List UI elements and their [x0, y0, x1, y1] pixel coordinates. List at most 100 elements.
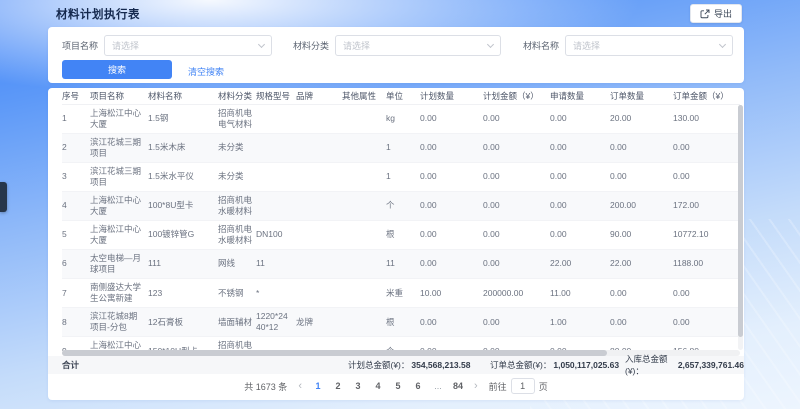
page-button[interactable]: 84 — [453, 381, 463, 391]
table-cell: DN100 — [256, 220, 296, 249]
page-button[interactable]: 1 — [313, 381, 323, 391]
table-cell: 未分类 — [218, 162, 256, 191]
table-cell: 0.00 — [673, 308, 740, 337]
page-button[interactable]: 4 — [373, 381, 383, 391]
table-cell: 0.00 — [610, 279, 673, 308]
select-placeholder: 请选择 — [112, 39, 139, 52]
goto-suffix: 页 — [539, 380, 548, 393]
table-cell: 1220*2440*12 — [256, 308, 296, 337]
header-cell: 品牌 — [296, 88, 342, 104]
goto-page-input[interactable] — [511, 378, 535, 394]
page-title: 材料计划执行表 — [56, 6, 140, 22]
table-cell — [342, 220, 386, 249]
next-page-button[interactable]: › — [472, 381, 480, 392]
export-label: 导出 — [714, 7, 732, 20]
summary-row: 合计 计划总金额(¥)： 354,568,213.58 订单总金额(¥)： 1,… — [48, 356, 744, 374]
table-cell: 2 — [62, 133, 90, 162]
vertical-scrollbar[interactable] — [738, 105, 743, 350]
table-cell: 22.00 — [610, 249, 673, 278]
table-cell: 0.00 — [483, 162, 550, 191]
chevron-down-icon — [487, 40, 494, 47]
table-cell: 8 — [62, 308, 90, 337]
table-cell: 0.00 — [610, 162, 673, 191]
material-name-label: 材料名称 — [523, 39, 559, 52]
table-cell: 100*8U型卡 — [148, 191, 218, 220]
table-cell: 123 — [148, 279, 218, 308]
table-cell — [296, 249, 342, 278]
search-button[interactable]: 搜索 — [62, 60, 172, 79]
header-cell: 材料分类 — [218, 88, 256, 104]
table-cell — [256, 133, 296, 162]
table-cell: 0.00 — [673, 133, 740, 162]
table-cell — [342, 249, 386, 278]
page-button[interactable]: 5 — [393, 381, 403, 391]
table-cell — [296, 279, 342, 308]
table-row: 2滨江花城三期项目1.5米木床未分类10.000.000.000.000.00 — [62, 133, 740, 162]
table-cell: 太空电梯—月球项目 — [90, 249, 148, 278]
table-cell: 90.00 — [610, 220, 673, 249]
drawer-collapse-handle[interactable] — [0, 182, 7, 212]
table-cell: 0.00 — [420, 220, 483, 249]
table-cell: 0.00 — [550, 104, 610, 133]
table-cell: 3 — [62, 162, 90, 191]
table-cell: 上海松江中心大厦 — [90, 104, 148, 133]
table-cell: 根 — [386, 308, 420, 337]
table-cell: 0.00 — [420, 308, 483, 337]
table-cell: 招商机电 水暖材料 — [218, 220, 256, 249]
table-cell: 未分类 — [218, 133, 256, 162]
vertical-scrollbar-thumb[interactable] — [738, 105, 743, 337]
table-cell: 0.00 — [550, 191, 610, 220]
table-cell: 172.00 — [673, 191, 740, 220]
table-cell: 滨江花城三期项目 — [90, 133, 148, 162]
table-cell: 0.00 — [483, 220, 550, 249]
table-row: 7南侧盛达大学生公寓新建123不锈钢*米重10.00200000.0011.00… — [62, 279, 740, 308]
table-panel: 序号项目名称材料名称材料分类规格型号品牌其他属性单位计划数量计划金额（¥）申请数… — [48, 88, 744, 400]
project-name-label: 项目名称 — [62, 39, 98, 52]
page-button[interactable]: 2 — [333, 381, 343, 391]
table-cell: 0.00 — [420, 104, 483, 133]
header-cell: 规格型号 — [256, 88, 296, 104]
header-cell: 订单数量 — [610, 88, 673, 104]
export-button[interactable]: 导出 — [690, 4, 742, 23]
table-cell — [342, 104, 386, 133]
table-cell: 上海松江中心大厦 — [90, 191, 148, 220]
prev-page-button[interactable]: ‹ — [296, 381, 304, 392]
table-cell: 7 — [62, 279, 90, 308]
table-cell: 0.00 — [420, 133, 483, 162]
table-cell: 不锈钢 — [218, 279, 256, 308]
clear-search-link[interactable]: 清空搜索 — [188, 65, 224, 78]
total-count: 共 1673 条 — [244, 380, 287, 393]
table-cell: 0.00 — [420, 249, 483, 278]
header-cell: 申请数量 — [550, 88, 610, 104]
project-name-select[interactable]: 请选择 — [104, 35, 272, 56]
table-cell: 0.00 — [673, 279, 740, 308]
table-cell: 招商机电 电气材料 — [218, 104, 256, 133]
table-cell: 1.5钢 — [148, 104, 218, 133]
table-header-row: 序号项目名称材料名称材料分类规格型号品牌其他属性单位计划数量计划金额（¥）申请数… — [62, 88, 740, 104]
material-category-label: 材料分类 — [293, 39, 329, 52]
filter-panel: 项目名称 请选择 材料分类 请选择 材料名称 请选择 搜索 清空搜索 — [48, 27, 744, 83]
table-cell: 滨江花城8期项目-分包 — [90, 308, 148, 337]
header-cell: 其他属性 — [342, 88, 386, 104]
table-cell: 200000.00 — [483, 279, 550, 308]
materials-table: 序号项目名称材料名称材料分类规格型号品牌其他属性单位计划数量计划金额（¥）申请数… — [62, 88, 740, 366]
material-category-select[interactable]: 请选择 — [335, 35, 501, 56]
table-cell: 0.00 — [483, 133, 550, 162]
total-planned-label: 计划总金额(¥)： — [348, 359, 409, 371]
table-cell: 1 — [386, 162, 420, 191]
header-cell: 计划金额（¥） — [483, 88, 550, 104]
page-button[interactable]: 6 — [413, 381, 423, 391]
page-button[interactable]: 3 — [353, 381, 363, 391]
table-cell — [296, 191, 342, 220]
table-row: 6太空电梯—月球项目111网线11110.000.0022.0022.00118… — [62, 249, 740, 278]
summary-label: 合计 — [62, 359, 79, 371]
select-placeholder: 请选择 — [573, 39, 600, 52]
table-cell: 龙牌 — [296, 308, 342, 337]
table-cell: 10.00 — [420, 279, 483, 308]
export-icon — [700, 9, 710, 19]
material-name-select[interactable]: 请选择 — [565, 35, 733, 56]
table-cell: 1 — [386, 133, 420, 162]
total-planned-amount: 计划总金额(¥)： 354,568,213.58 — [348, 359, 470, 371]
header-cell: 序号 — [62, 88, 90, 104]
table-cell: 0.00 — [483, 191, 550, 220]
